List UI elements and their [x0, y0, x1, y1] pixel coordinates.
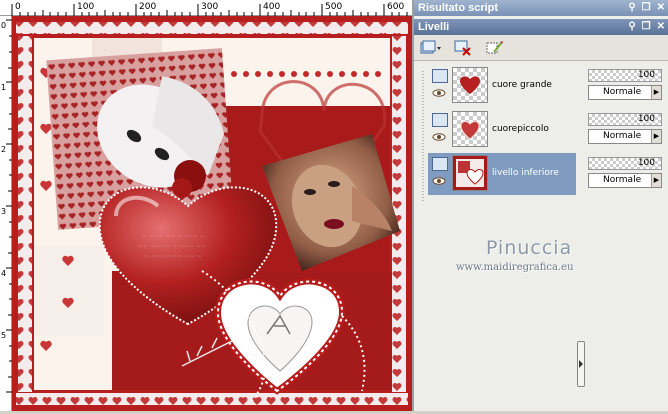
image-canvas[interactable]: ~ ~~~ ~~ ~~~~ ~ ~~ ~~~~ ~ ~~~ ~~ ~ ~~ ~~… — [12, 16, 412, 411]
blend-mode-value: Normale — [603, 175, 642, 185]
visibility-eye-icon[interactable] — [432, 133, 446, 141]
panel-splitter-handle[interactable] — [577, 341, 585, 387]
ruler-label: 0 — [1, 21, 7, 30]
opacity-value: 100 — [637, 70, 655, 80]
ruler-vertical: 0 1 2 3 4 5 — [0, 16, 12, 411]
raster-layer-icon — [432, 113, 448, 127]
script-panel-title: Risultato script — [418, 2, 499, 14]
blend-mode-select[interactable]: Normale ▶ — [588, 173, 662, 188]
script-panel-titlebar[interactable]: Risultato script ⚲ ❐ ✕ — [414, 0, 668, 16]
opacity-slider[interactable]: 100 — [588, 157, 662, 170]
close-icon[interactable]: ✕ — [657, 19, 665, 35]
ruler-label: 2 — [1, 145, 7, 154]
restore-icon[interactable]: ❐ — [642, 19, 651, 35]
layers-panel-title: Livelli — [418, 21, 450, 33]
opacity-value: 100 — [637, 158, 655, 168]
blend-mode-select[interactable]: Normale ▶ — [588, 129, 662, 144]
ruler-label: 3 — [1, 207, 7, 216]
layer-row[interactable]: cuorepiccolo — [428, 109, 576, 151]
layers-toolbar — [414, 35, 668, 61]
valentine-artwork: ~ ~~~ ~~ ~~~~ ~ ~~ ~~~~ ~ ~~~ ~~ ~ ~~ ~~… — [12, 16, 412, 411]
layer-row[interactable]: cuore grande — [428, 65, 576, 107]
properties-icon[interactable] — [484, 38, 506, 58]
blend-mode-select[interactable]: Normale ▶ — [588, 85, 662, 100]
layer-thumbnail — [452, 111, 488, 147]
pin-icon[interactable]: ⚲ — [628, 19, 635, 35]
opacity-slider[interactable]: 100 — [588, 69, 662, 82]
watermark-name: Pinuccia — [486, 237, 573, 259]
layer-properties: 100 Normale ▶ — [588, 111, 668, 151]
raster-layer-icon — [432, 157, 448, 171]
chevron-right-icon[interactable]: ▶ — [651, 86, 661, 99]
layer-name: cuorepiccolo — [492, 124, 549, 134]
new-layer-icon[interactable] — [420, 38, 442, 58]
ruler-label: 100 — [77, 2, 95, 12]
raster-layer-icon — [432, 69, 448, 83]
ruler-label: 500 — [325, 2, 343, 12]
ruler-label: 4 — [1, 269, 7, 278]
layer-thumbnail — [452, 67, 488, 103]
opacity-value: 100 — [637, 114, 655, 124]
layer-name: livello inferiore — [492, 168, 559, 178]
ruler-label: 300 — [201, 2, 219, 12]
restore-icon[interactable]: ❐ — [642, 0, 651, 16]
opacity-slider[interactable]: 100 — [588, 113, 662, 126]
svg-text:~ ~~ ~~~~ ~~ ~: ~ ~~ ~~~~ ~~ ~ — [144, 253, 202, 260]
visibility-eye-icon[interactable] — [432, 177, 446, 185]
ruler-label: 600 — [387, 2, 405, 12]
layer-thumbnail — [452, 155, 488, 191]
layers-panel-titlebar[interactable]: Livelli ⚲ ❐ ✕ — [414, 19, 668, 35]
ruler-label: 1 — [1, 83, 7, 92]
ruler-label: 400 — [263, 2, 281, 12]
ruler-label: 0 — [15, 2, 21, 12]
layer-properties: 100 Normale ▶ — [588, 67, 668, 107]
close-icon[interactable]: ✕ — [657, 0, 665, 16]
delete-layer-icon[interactable] — [452, 38, 474, 58]
ruler-label: 200 — [139, 2, 157, 12]
ruler-horizontal: 0 100 200 300 400 500 600 — [0, 0, 412, 16]
layer-properties: 100 Normale ▶ — [588, 155, 668, 195]
blend-mode-value: Normale — [603, 131, 642, 141]
pin-icon[interactable]: ⚲ — [628, 0, 635, 16]
visibility-eye-icon[interactable] — [432, 89, 446, 97]
layer-name: cuore grande — [492, 80, 552, 90]
layers-list: cuore grande 100 Normale ▶ cuorepiccolo 1… — [414, 61, 668, 411]
canvas-area[interactable]: 0 100 200 300 400 500 600 0 1 2 3 4 5 ~ … — [0, 0, 412, 411]
ruler-label: 5 — [1, 331, 7, 340]
right-panels: Risultato script ⚲ ❐ ✕ Livelli ⚲ ❐ ✕ cuo… — [412, 0, 668, 411]
svg-text:~~ ~~~~ ~ ~~~ ~~: ~~ ~~~~ ~ ~~~ ~~ — [138, 243, 206, 250]
watermark-site: www.maidiregrafica.eu — [456, 262, 574, 273]
layer-row-selected[interactable]: livello inferiore — [428, 153, 576, 195]
svg-text:~ ~~~ ~~ ~~~~ ~: ~ ~~~ ~~ ~~~~ ~ — [142, 233, 205, 240]
blend-mode-value: Normale — [603, 87, 642, 97]
chevron-right-icon[interactable]: ▶ — [651, 130, 661, 143]
chevron-right-icon[interactable]: ▶ — [651, 174, 661, 187]
